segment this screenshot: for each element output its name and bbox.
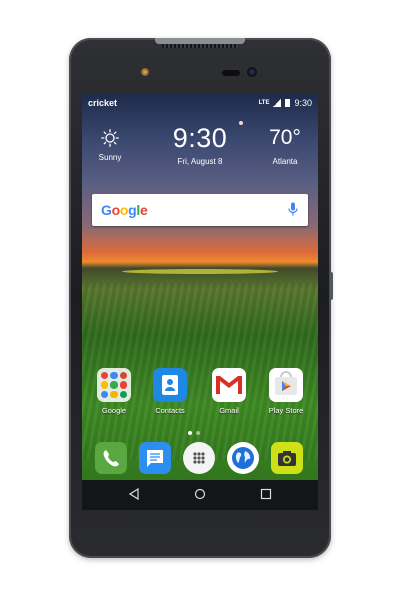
app-drawer-icon[interactable]: [183, 442, 215, 474]
contacts-icon: [153, 368, 187, 402]
play-store-icon: [269, 368, 303, 402]
temperature-value: 70°: [269, 126, 301, 149]
camera-icon[interactable]: [271, 442, 303, 474]
status-bar[interactable]: cricket LTE 9:30: [82, 93, 318, 113]
signal-icon: [273, 99, 282, 107]
google-logo: Google: [101, 202, 148, 218]
recents-icon[interactable]: [260, 488, 272, 500]
front-camera: [247, 67, 257, 77]
weather-condition[interactable]: Sunny: [92, 119, 128, 162]
battery-icon: [285, 99, 291, 107]
phone-icon[interactable]: [95, 442, 127, 474]
clock[interactable]: 9:30 Fri, August 8: [152, 119, 248, 166]
page-indicator: [188, 431, 200, 435]
proximity-sensor: [222, 70, 240, 76]
wallpaper-field-band: [122, 269, 278, 274]
earpiece-grille: [162, 44, 238, 48]
app-gmail[interactable]: Gmail: [204, 368, 254, 415]
back-icon[interactable]: [128, 488, 140, 500]
home-icon[interactable]: [194, 488, 206, 500]
home-app-row: Google Contacts Gmail Play Store: [82, 368, 318, 418]
carrier-name: cricket: [88, 98, 118, 108]
clock-date: Fri, August 8: [177, 157, 223, 166]
app-label: Google: [101, 406, 127, 415]
app-contacts[interactable]: Contacts: [145, 368, 195, 415]
status-time: 9:30: [294, 98, 312, 108]
weather-condition-label: Sunny: [98, 153, 122, 162]
mic-icon[interactable]: [288, 202, 298, 217]
status-icons: LTE 9:30: [259, 98, 312, 108]
lte-indicator: LTE: [258, 100, 270, 106]
app-label: Gmail: [219, 406, 239, 415]
weather-temperature[interactable]: 70° Atlanta: [258, 119, 312, 166]
page-dot-active: [188, 431, 192, 435]
power-button[interactable]: [330, 272, 333, 300]
clock-time: 9:30: [172, 123, 228, 153]
messaging-icon[interactable]: [139, 442, 171, 474]
moon-in-sky: [239, 121, 243, 125]
page-dot: [196, 431, 200, 435]
app-google-folder[interactable]: Google: [89, 368, 139, 415]
navigation-bar: [82, 480, 318, 510]
weather-clock-widget[interactable]: Sunny 9:30 Fri, August 8 70° Atlanta: [82, 119, 318, 181]
front-flash: [141, 68, 149, 76]
browser-icon[interactable]: [227, 442, 259, 474]
gmail-icon: [212, 368, 246, 402]
google-search-bar[interactable]: Google: [92, 194, 308, 226]
home-screen: cricket LTE 9:30 Sunny 9:30 Fri, August …: [82, 93, 318, 510]
app-play-store[interactable]: Play Store: [261, 368, 311, 415]
city-label: Atlanta: [272, 157, 298, 166]
dock: [82, 442, 318, 480]
app-label: Contacts: [155, 406, 185, 415]
sun-icon: [101, 129, 119, 147]
google-folder-icon: [97, 368, 131, 402]
app-label: Play Store: [268, 406, 304, 415]
